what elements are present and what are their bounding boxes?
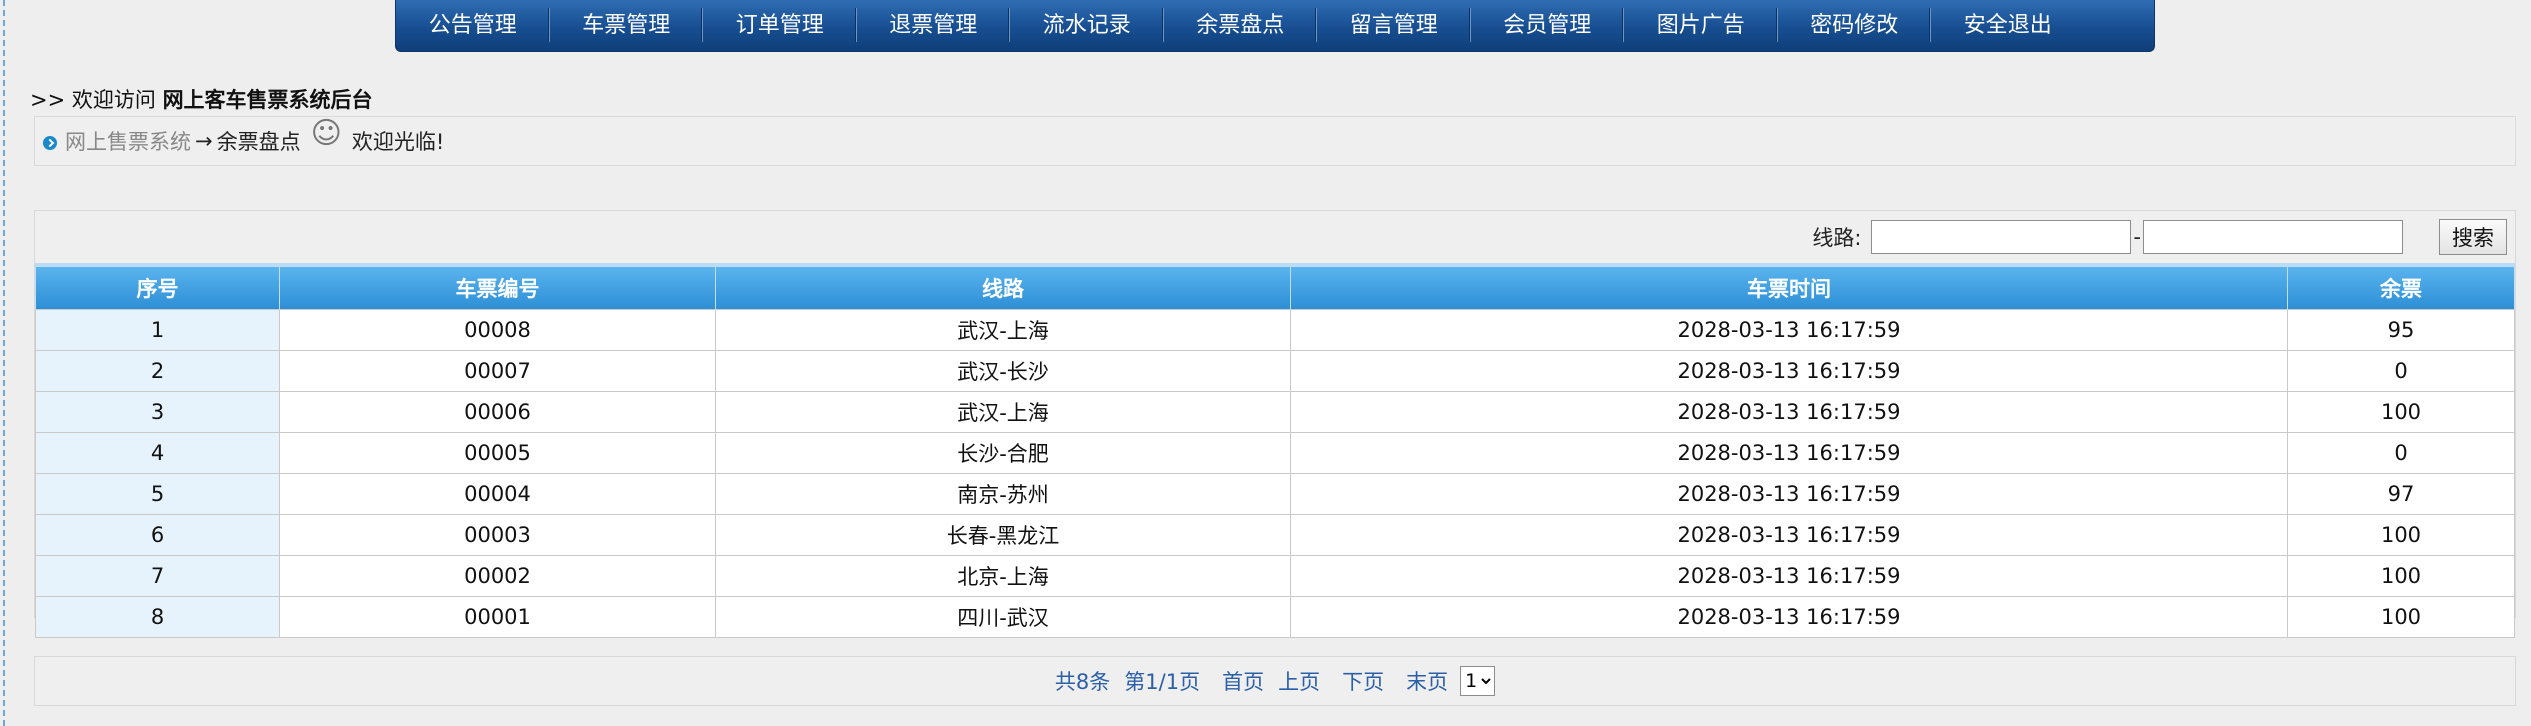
cell-ticket-time: 2028-03-13 16:17:59: [1290, 350, 2288, 392]
nav-change-password[interactable]: 密码修改: [1778, 0, 1932, 52]
cell-ticket-number: 00006: [279, 391, 716, 433]
table-row: 3 00006 武汉-上海 2028-03-13 16:17:59 100: [35, 391, 2515, 433]
column-header-route: 线路: [715, 263, 1291, 310]
cell-ticket-time: 2028-03-13 16:17:59: [1290, 391, 2288, 433]
cell-ticket-number: 00004: [279, 473, 716, 515]
cell-route: 长沙-合肥: [715, 432, 1291, 474]
cell-remaining: 100: [2287, 596, 2515, 638]
route-separator: -: [2133, 225, 2141, 249]
nav-member-management[interactable]: 会员管理: [1471, 0, 1625, 52]
column-header-ticket-number: 车票编号: [279, 263, 716, 310]
nav-order-management[interactable]: 订单管理: [703, 0, 857, 52]
welcome-message: >> 欢迎访问 网上客车售票系统后台: [30, 84, 373, 114]
site-name: 网上客车售票系统后台: [162, 88, 373, 112]
pagination: 共8条 第1/1页 首页 上页 下页 末页 1: [34, 656, 2516, 706]
pager-first[interactable]: 首页: [1222, 666, 1264, 696]
breadcrumb-current: 余票盘点: [216, 130, 301, 154]
nav-ticket-management[interactable]: 车票管理: [550, 0, 704, 52]
page-left-guide: [3, 0, 5, 726]
search-bar: 线路: - 搜索: [1812, 217, 2515, 257]
table-header-row: 序号 车票编号 线路 车票时间 余票: [35, 263, 2515, 310]
cell-ticket-time: 2028-03-13 16:17:59: [1290, 432, 2288, 474]
table-row: 6 00003 长春-黑龙江 2028-03-13 16:17:59 100: [35, 514, 2515, 556]
route-to-input[interactable]: [2143, 220, 2403, 254]
breadcrumb-arrow: →: [195, 129, 213, 153]
nav-image-ads[interactable]: 图片广告: [1624, 0, 1778, 52]
mascot-icon: ☺: [310, 115, 342, 151]
pager-next[interactable]: 下页: [1342, 666, 1384, 696]
cell-route: 四川-武汉: [715, 596, 1291, 638]
pager-last[interactable]: 末页: [1406, 666, 1448, 696]
nav-remaining-tickets[interactable]: 余票盘点: [1164, 0, 1318, 52]
cell-index: 8: [35, 596, 280, 638]
cell-route: 长春-黑龙江: [715, 514, 1291, 556]
cell-ticket-time: 2028-03-13 16:17:59: [1290, 555, 2288, 597]
table-row: 7 00002 北京-上海 2028-03-13 16:17:59 100: [35, 555, 2515, 597]
arrow-circle-icon: [43, 136, 57, 150]
cell-remaining: 95: [2287, 309, 2515, 351]
cell-remaining: 100: [2287, 555, 2515, 597]
breadcrumb: 网上售票系统 → 余票盘点 ☺ 欢迎光临!: [34, 116, 2516, 166]
cell-route: 北京-上海: [715, 555, 1291, 597]
cell-route: 南京-苏州: [715, 473, 1291, 515]
column-header-ticket-time: 车票时间: [1290, 263, 2288, 310]
column-header-remaining: 余票: [2287, 263, 2515, 310]
cell-ticket-number: 00008: [279, 309, 716, 351]
cell-index: 3: [35, 391, 280, 433]
nav-announcement[interactable]: 公告管理: [396, 0, 550, 52]
page-select[interactable]: 1: [1460, 666, 1496, 696]
cell-ticket-number: 00003: [279, 514, 716, 556]
cell-route: 武汉-上海: [715, 309, 1291, 351]
table-row: 1 00008 武汉-上海 2028-03-13 16:17:59 95: [35, 309, 2515, 351]
cell-index: 4: [35, 432, 280, 474]
pager-page-info: 第1/1页: [1124, 670, 1201, 694]
table-row: 5 00004 南京-苏州 2028-03-13 16:17:59 97: [35, 473, 2515, 515]
search-label: 线路:: [1812, 226, 1862, 250]
cell-index: 6: [35, 514, 280, 556]
table-row: 8 00001 四川-武汉 2028-03-13 16:17:59 100: [35, 596, 2515, 638]
column-header-index: 序号: [35, 263, 280, 310]
pager-prev[interactable]: 上页: [1278, 666, 1320, 696]
nav-logout[interactable]: 安全退出: [1931, 0, 2085, 52]
cell-index: 2: [35, 350, 280, 392]
cell-ticket-number: 00001: [279, 596, 716, 638]
cell-ticket-time: 2028-03-13 16:17:59: [1290, 596, 2288, 638]
cell-ticket-number: 00005: [279, 432, 716, 474]
cell-remaining: 100: [2287, 514, 2515, 556]
cell-ticket-number: 00002: [279, 555, 716, 597]
cell-index: 7: [35, 555, 280, 597]
cell-ticket-time: 2028-03-13 16:17:59: [1290, 309, 2288, 351]
table-row: 4 00005 长沙-合肥 2028-03-13 16:17:59 0: [35, 432, 2515, 474]
cell-ticket-number: 00007: [279, 350, 716, 392]
cell-ticket-time: 2028-03-13 16:17:59: [1290, 473, 2288, 515]
pager-total: 共8条: [1054, 670, 1111, 694]
cell-index: 5: [35, 473, 280, 515]
welcome-prefix: >> 欢迎访问: [30, 88, 156, 112]
remaining-tickets-table: 序号 车票编号 线路 车票时间 余票 1 00008 武汉-上海 2028-03…: [35, 263, 2515, 638]
ticket-panel: 线路: - 搜索 序号 车票编号 线路 车票时间 余票 1 00008 武汉-上…: [34, 210, 2516, 638]
cell-remaining: 97: [2287, 473, 2515, 515]
cell-remaining: 0: [2287, 350, 2515, 392]
table-row: 2 00007 武汉-长沙 2028-03-13 16:17:59 0: [35, 350, 2515, 392]
nav-message-management[interactable]: 留言管理: [1317, 0, 1471, 52]
cell-remaining: 0: [2287, 432, 2515, 474]
breadcrumb-home[interactable]: 网上售票系统: [65, 126, 191, 156]
cell-route: 武汉-长沙: [715, 350, 1291, 392]
cell-route: 武汉-上海: [715, 391, 1291, 433]
route-from-input[interactable]: [1871, 220, 2132, 254]
cell-index: 1: [35, 309, 280, 351]
search-button[interactable]: 搜索: [2439, 219, 2507, 255]
nav-transaction-records[interactable]: 流水记录: [1010, 0, 1164, 52]
top-navigation: 公告管理 车票管理 订单管理 退票管理 流水记录 余票盘点 留言管理 会员管理 …: [395, 0, 2155, 52]
breadcrumb-greeting: 欢迎光临!: [351, 130, 445, 154]
cell-ticket-time: 2028-03-13 16:17:59: [1290, 514, 2288, 556]
nav-refund-management[interactable]: 退票管理: [857, 0, 1011, 52]
cell-remaining: 100: [2287, 391, 2515, 433]
